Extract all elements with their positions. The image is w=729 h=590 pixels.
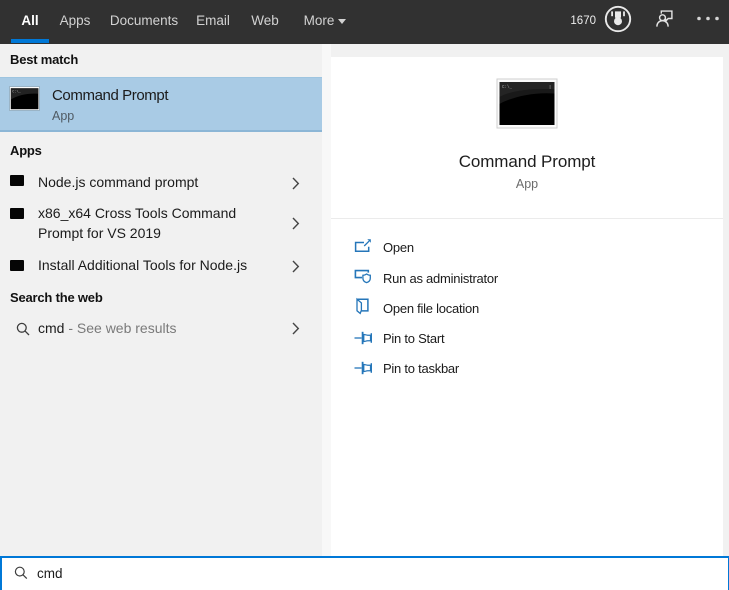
svg-text:C:\_: C:\_ [502,85,513,90]
svg-text:C:\_: C:\_ [12,89,21,94]
